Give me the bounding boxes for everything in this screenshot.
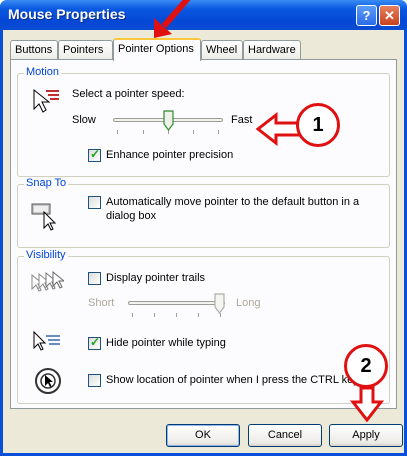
visibility-group: Visibility Display pointer trails Short … <box>17 249 390 404</box>
window-title: Mouse Properties <box>8 6 126 22</box>
snap-to-group: Snap To Automatically move pointer to th… <box>17 177 390 248</box>
pointer-trails-label[interactable]: Display pointer trails <box>106 272 205 284</box>
pointer-speed-prompt: Select a pointer speed: <box>72 88 185 100</box>
pointer-speed-slider-thumb[interactable] <box>162 110 174 131</box>
fast-label: Fast <box>231 114 253 126</box>
pointer-speed-icon <box>33 88 59 113</box>
tab-pointers[interactable]: Pointers <box>58 40 113 60</box>
callout-one: 1 <box>296 103 340 147</box>
enhance-precision-checkbox[interactable]: ✓ <box>88 147 101 162</box>
visibility-group-label: Visibility <box>24 249 68 261</box>
pointer-trails-checkbox[interactable] <box>88 272 101 285</box>
snap-to-checkbox[interactable] <box>88 196 101 209</box>
arrow-down-icon <box>350 386 384 422</box>
tab-buttons[interactable]: Buttons <box>10 40 58 60</box>
trail-length-track[interactable] <box>128 301 225 305</box>
tab-pointer-options[interactable]: Pointer Options <box>113 38 201 61</box>
hide-pointer-checkbox[interactable]: ✓ <box>88 335 101 350</box>
snap-to-group-label: Snap To <box>24 177 69 189</box>
show-location-label[interactable]: Show location of pointer when I press th… <box>106 374 359 386</box>
apply-button[interactable]: Apply <box>329 424 403 447</box>
tab-hardware[interactable]: Hardware <box>243 40 301 60</box>
tab-wheel[interactable]: Wheel <box>201 40 243 60</box>
trail-length-slider-thumb[interactable] <box>214 293 225 314</box>
hide-pointer-icon <box>33 330 60 351</box>
snap-to-label-line1[interactable]: Automatically move pointer to the defaul… <box>106 196 359 208</box>
pointer-options-panel: Motion Select a pointer speed: Slow Fast… <box>10 59 397 409</box>
long-label: Long <box>236 297 261 309</box>
snap-to-label-line2[interactable]: dialog box <box>106 210 156 222</box>
checkmark-icon: ✓ <box>90 335 101 349</box>
help-button[interactable]: ? <box>356 5 377 26</box>
callout-two: 2 <box>344 344 388 388</box>
enhance-precision-label[interactable]: Enhance pointer precision <box>106 149 233 161</box>
cancel-button[interactable]: Cancel <box>248 424 322 447</box>
motion-group-label: Motion <box>24 66 62 78</box>
trail-length-ticks <box>128 313 225 317</box>
mouse-properties-window: Mouse Properties ? ✕ Buttons Pointers Po… <box>0 0 407 456</box>
tab-arrow-annotation <box>154 0 191 38</box>
short-label: Short <box>88 297 115 309</box>
ok-button[interactable]: OK <box>166 424 240 447</box>
pointer-location-icon <box>35 368 61 394</box>
checkmark-icon: ✓ <box>90 147 101 161</box>
hide-pointer-label[interactable]: Hide pointer while typing <box>106 337 226 349</box>
title-bar[interactable]: Mouse Properties ? ✕ <box>0 0 407 30</box>
show-location-checkbox[interactable] <box>88 374 101 387</box>
snap-to-icon <box>31 203 57 231</box>
slow-label: Slow <box>72 114 96 126</box>
close-button[interactable]: ✕ <box>379 5 400 26</box>
pointer-trails-icon <box>31 271 64 292</box>
